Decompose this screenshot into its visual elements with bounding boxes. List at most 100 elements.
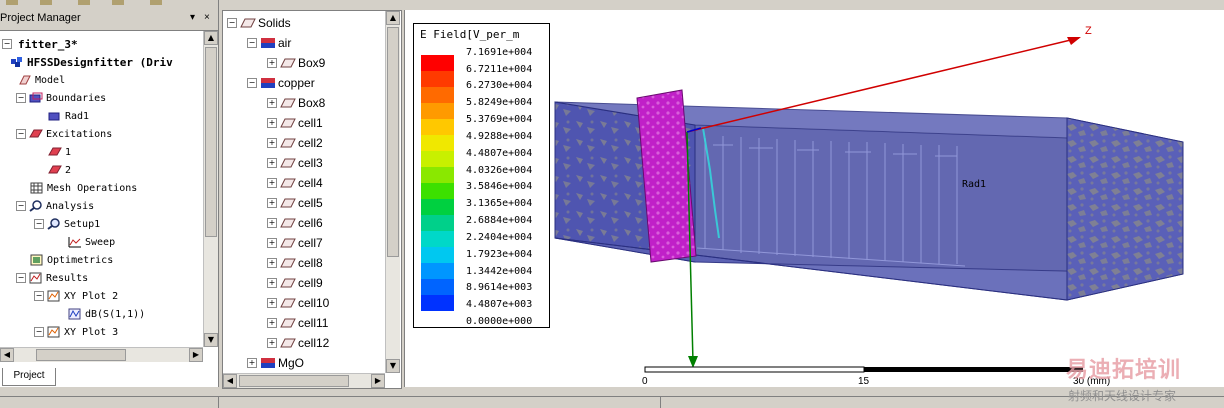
collapse-icon[interactable]: − bbox=[247, 38, 257, 48]
scroll-left-icon[interactable]: ◀ bbox=[223, 374, 237, 388]
tree-item-cell6[interactable]: + cell6 bbox=[267, 213, 323, 233]
collapse-icon[interactable]: − bbox=[227, 18, 237, 28]
history-tree-horizontal-scrollbar[interactable]: ◀ ▶ bbox=[223, 373, 385, 388]
tree-item-port-1[interactable]: 1 bbox=[48, 143, 71, 161]
legend-value: 3.5846e+004 bbox=[466, 181, 533, 192]
tree-item-project[interactable]: − fitter_3* bbox=[2, 35, 78, 53]
tree-item-port-2[interactable]: 2 bbox=[48, 161, 71, 179]
tree-item-design[interactable]: HFSSDesignfitter (Driv bbox=[10, 53, 173, 71]
legend-swatch bbox=[421, 199, 454, 215]
expand-icon[interactable]: + bbox=[267, 338, 277, 348]
tree-item-mgo[interactable]: + MgO bbox=[247, 353, 304, 373]
tree-item-box8[interactable]: + Box8 bbox=[267, 93, 325, 113]
tree-item-solids[interactable]: − Solids bbox=[227, 13, 291, 33]
port-icon bbox=[48, 146, 62, 158]
scroll-thumb[interactable] bbox=[239, 375, 349, 387]
collapse-icon[interactable]: − bbox=[34, 327, 44, 337]
tree-item-xy-plot-3[interactable]: − XY Plot 3 bbox=[34, 323, 118, 341]
scroll-thumb[interactable] bbox=[36, 349, 126, 361]
tree-item-cell8[interactable]: + cell8 bbox=[267, 253, 323, 273]
tree-item-setup1[interactable]: − Setup1 bbox=[34, 215, 100, 233]
history-tree-vertical-scrollbar[interactable]: ▲ ▼ bbox=[385, 11, 400, 373]
tree-item-cell10[interactable]: + cell10 bbox=[267, 293, 329, 313]
project-tree-vertical-scrollbar[interactable]: ▲ ▼ bbox=[203, 31, 218, 347]
tree-item-cell7[interactable]: + cell7 bbox=[267, 233, 323, 253]
project-tree-horizontal-scrollbar[interactable]: ◀ ▶ bbox=[0, 347, 203, 362]
expand-icon[interactable]: + bbox=[267, 118, 277, 128]
project-manager-header: Project Manager ▾ × bbox=[0, 8, 218, 31]
modeler-3d-view[interactable]: Z Rad1 E Field[V_per_m 7.1691e+004 6.721… bbox=[404, 10, 1224, 387]
collapse-icon[interactable]: − bbox=[16, 273, 26, 283]
expand-icon[interactable]: + bbox=[267, 58, 277, 68]
legend-value: 1.7923e+004 bbox=[466, 249, 533, 260]
solid-icon bbox=[240, 17, 256, 29]
tree-item-xy-plot-2[interactable]: − XY Plot 2 bbox=[34, 287, 118, 305]
close-icon[interactable]: × bbox=[204, 12, 210, 23]
scroll-up-icon[interactable]: ▲ bbox=[204, 31, 218, 45]
tree-item-model[interactable]: Model bbox=[18, 71, 65, 89]
expand-icon[interactable]: + bbox=[267, 158, 277, 168]
history-tree-panel: − Solids − air + Box9 − copper + Box8 + … bbox=[222, 10, 402, 389]
expand-icon[interactable]: + bbox=[267, 218, 277, 228]
scroll-right-icon[interactable]: ▶ bbox=[189, 348, 203, 362]
tree-item-boundaries[interactable]: − Boundaries bbox=[16, 89, 106, 107]
scroll-thumb[interactable] bbox=[205, 47, 217, 237]
tree-item-cell1[interactable]: + cell1 bbox=[267, 113, 323, 133]
legend-value: 1.3442e+004 bbox=[466, 266, 533, 277]
collapse-icon[interactable]: − bbox=[16, 93, 26, 103]
collapse-icon[interactable]: − bbox=[34, 219, 44, 229]
tree-item-cell3[interactable]: + cell3 bbox=[267, 153, 323, 173]
object-icon bbox=[280, 157, 296, 169]
tree-item-analysis[interactable]: − Analysis bbox=[16, 197, 94, 215]
legend-swatch bbox=[421, 135, 454, 151]
tree-item-cell11[interactable]: + cell11 bbox=[267, 313, 328, 333]
tree-item-box9[interactable]: + Box9 bbox=[267, 53, 325, 73]
tree-item-mesh-operations[interactable]: Mesh Operations bbox=[30, 179, 137, 197]
collapse-icon[interactable]: − bbox=[16, 129, 26, 139]
analysis-icon bbox=[29, 200, 43, 212]
tree-item-cell2[interactable]: + cell2 bbox=[267, 133, 323, 153]
object-icon bbox=[280, 217, 296, 229]
tree-item-optimetrics[interactable]: Optimetrics bbox=[30, 251, 113, 269]
tree-item-rad1[interactable]: Rad1 bbox=[48, 107, 89, 125]
expand-icon[interactable]: + bbox=[267, 198, 277, 208]
tree-item-results[interactable]: − Results bbox=[16, 269, 88, 287]
expand-icon[interactable]: + bbox=[267, 138, 277, 148]
tree-item-air[interactable]: − air bbox=[247, 33, 291, 53]
scroll-down-icon[interactable]: ▼ bbox=[204, 333, 218, 347]
tree-item-trace[interactable]: dB(S(1,1)) bbox=[68, 305, 145, 323]
scroll-left-icon[interactable]: ◀ bbox=[0, 348, 14, 362]
tree-item-cell5[interactable]: + cell5 bbox=[267, 193, 323, 213]
expand-icon[interactable]: + bbox=[267, 258, 277, 268]
expand-icon[interactable]: + bbox=[267, 278, 277, 288]
collapse-icon[interactable]: − bbox=[2, 39, 12, 49]
collapse-icon[interactable]: − bbox=[34, 291, 44, 301]
expand-icon[interactable]: + bbox=[267, 98, 277, 108]
object-icon bbox=[280, 177, 296, 189]
scroll-right-icon[interactable]: ▶ bbox=[371, 374, 385, 388]
collapse-icon[interactable]: − bbox=[16, 201, 26, 211]
tree-item-copper[interactable]: − copper bbox=[247, 73, 315, 93]
tree-item-cell12[interactable]: + cell12 bbox=[267, 333, 329, 353]
legend-value: 5.3769e+004 bbox=[466, 114, 533, 125]
expand-icon[interactable]: + bbox=[267, 238, 277, 248]
tree-item-sweep[interactable]: Sweep bbox=[68, 233, 115, 251]
tree-item-excitations[interactable]: − Excitations bbox=[16, 125, 112, 143]
object-icon bbox=[280, 317, 296, 329]
scroll-thumb[interactable] bbox=[387, 27, 399, 257]
scroll-down-icon[interactable]: ▼ bbox=[386, 359, 400, 373]
collapse-icon[interactable]: − bbox=[247, 78, 257, 88]
expand-icon[interactable]: + bbox=[247, 358, 257, 368]
pin-icon[interactable]: ▾ bbox=[190, 12, 195, 23]
object-icon bbox=[280, 237, 296, 249]
tree-item-cell4[interactable]: + cell4 bbox=[267, 173, 323, 193]
tab-project[interactable]: Project bbox=[2, 368, 56, 386]
scroll-up-icon[interactable]: ▲ bbox=[386, 11, 400, 25]
expand-icon[interactable]: + bbox=[267, 178, 277, 188]
tree-item-cell9[interactable]: + cell9 bbox=[267, 273, 323, 293]
setup-icon bbox=[47, 218, 61, 230]
expand-icon[interactable]: + bbox=[267, 318, 277, 328]
z-axis-arrow-icon bbox=[1067, 37, 1081, 45]
field-legend[interactable]: E Field[V_per_m 7.1691e+004 6.7211e+004 … bbox=[413, 23, 550, 328]
expand-icon[interactable]: + bbox=[267, 298, 277, 308]
